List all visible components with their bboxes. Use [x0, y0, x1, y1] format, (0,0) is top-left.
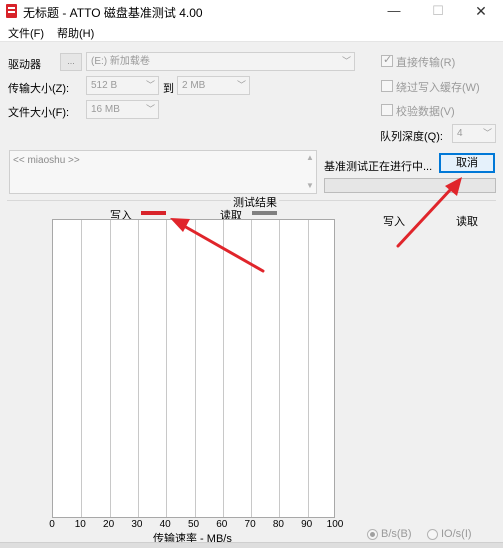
annotation-overlay: [170, 177, 462, 273]
annotation-arrow-cancel: [396, 187, 453, 248]
annotation-arrow-legend: [182, 224, 265, 273]
annotation-arrowhead-legend: [170, 218, 190, 232]
